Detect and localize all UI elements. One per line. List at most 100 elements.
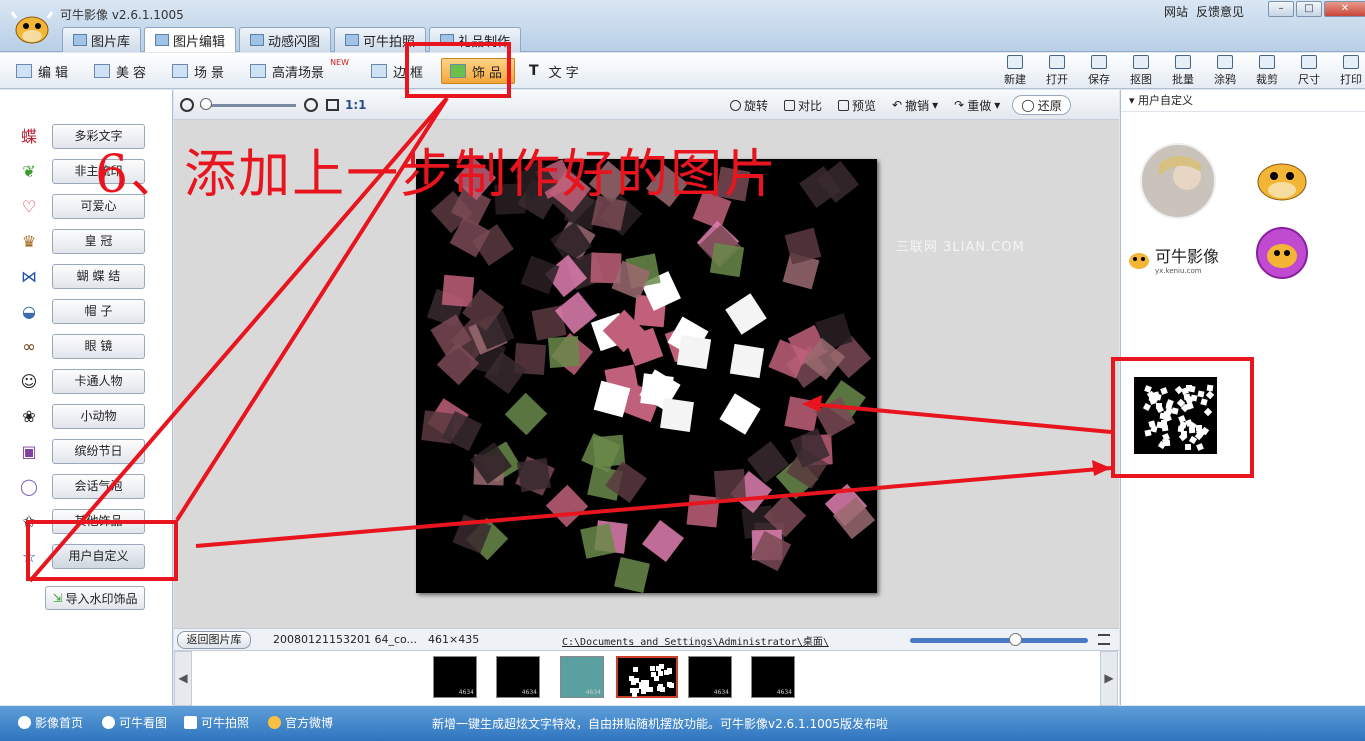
zoom-out-icon[interactable] <box>180 98 194 112</box>
subtab-scene[interactable]: 场景 <box>164 58 236 84</box>
collapse-arrow-icon[interactable]: ▾ <box>1129 94 1138 107</box>
site-watermark: 三联网 3LIAN.COM <box>896 240 1025 255</box>
tab-library[interactable]: 图片库 <box>62 27 142 52</box>
weibo-link[interactable]: 官方微博 <box>268 714 333 731</box>
website-link[interactable]: 网站 <box>1164 3 1188 20</box>
user-decoration-purple-cow[interactable] <box>1255 226 1309 280</box>
zoom-slider[interactable] <box>200 104 296 107</box>
undo-button[interactable]: ↶ 撤销 ▾ <box>888 95 942 115</box>
butterfly-text-icon: 蝶 <box>20 127 37 146</box>
maximize-button[interactable]: □ <box>1296 1 1322 17</box>
tab-animation[interactable]: 动感闪图 <box>239 27 332 52</box>
compare-icon <box>784 99 796 111</box>
file-path-link[interactable]: C:\Documents and Settings\Administrator\… <box>562 633 829 648</box>
image-size: 461×435 <box>428 633 480 646</box>
thumbnail[interactable]: 4634 <box>433 656 477 698</box>
animal-button[interactable]: 小动物 <box>52 404 145 429</box>
collage-tile <box>714 469 747 502</box>
news-ticker[interactable]: 新增一键生成超炫文字特效，自由拼贴随机摆放功能。可牛影像v2.6.1.1005版… <box>432 715 888 732</box>
annotation-box-decoration-tab <box>405 42 511 98</box>
minimize-button[interactable]: – <box>1268 1 1294 17</box>
import-icon: ⇲ <box>52 591 63 605</box>
zoom-slider-handle[interactable] <box>200 98 212 110</box>
open-button[interactable]: 打开 <box>1038 55 1076 87</box>
resize-icon <box>1301 55 1317 69</box>
cartoon-button[interactable]: 卡通人物 <box>52 369 145 394</box>
camera-link[interactable]: 可牛拍照 <box>184 714 249 731</box>
list-menu-icon[interactable] <box>1098 634 1110 645</box>
close-button[interactable]: ✕ <box>1324 1 1365 17</box>
crop-button[interactable]: 裁剪 <box>1248 55 1286 87</box>
collage-tile <box>614 557 651 593</box>
category-cartoon: ☺ 卡通人物 <box>16 369 166 395</box>
undo-dropdown-icon[interactable]: ▾ <box>932 98 938 112</box>
thumbnail-size-handle[interactable] <box>1009 633 1022 646</box>
user-decoration-cow-logo[interactable] <box>1251 148 1313 210</box>
thumb-collage-tile <box>658 671 664 677</box>
thumbnail[interactable]: 4634 <box>688 656 732 698</box>
thumbnail[interactable]: 4634 <box>560 656 604 698</box>
collage-tile <box>677 334 712 369</box>
thumb-collage-tile <box>658 683 664 689</box>
viewer-link[interactable]: 可牛看图 <box>102 714 167 731</box>
annotation-box-user-image <box>1111 357 1254 478</box>
actual-size-button[interactable]: 1:1 <box>345 98 367 112</box>
zoom-in-icon[interactable] <box>304 98 318 112</box>
crop-icon <box>1259 55 1275 69</box>
restore-button[interactable]: ◯ 还原 <box>1012 95 1071 115</box>
home-cow-icon <box>18 716 31 729</box>
batch-button[interactable]: 批量 <box>1164 55 1202 87</box>
thumbnail-size-slider[interactable] <box>910 638 1088 643</box>
festival-button[interactable]: 缤纷节日 <box>52 439 145 464</box>
subtab-text[interactable]: T 文字 <box>521 58 591 84</box>
file-tool-buttons: 新建 打开 保存 抠图 批量 涂鸦 裁剪 尺寸 打印 <box>996 55 1365 87</box>
collage-tile <box>784 396 820 432</box>
tab-image-edit[interactable]: 图片编辑 <box>144 27 237 52</box>
print-button[interactable]: 打印 <box>1332 55 1365 87</box>
glasses-button[interactable]: 眼 镜 <box>52 334 145 359</box>
strip-left-arrow-icon[interactable]: ◀ <box>174 651 192 706</box>
subtab-beauty[interactable]: 美容 <box>86 58 158 84</box>
thumb-collage-tile <box>668 683 674 689</box>
home-link[interactable]: 影像首页 <box>18 714 83 731</box>
resize-button[interactable]: 尺寸 <box>1290 55 1328 87</box>
strip-right-arrow-icon[interactable]: ▶ <box>1100 651 1118 706</box>
thumbnail[interactable]: 4634 <box>496 656 540 698</box>
fit-window-icon[interactable] <box>326 99 339 111</box>
rotate-button[interactable]: 旋转 <box>726 95 772 115</box>
compare-button[interactable]: 对比 <box>780 95 826 115</box>
window-controls: – □ ✕ <box>1268 1 1365 17</box>
printer-icon <box>1343 55 1359 69</box>
save-button[interactable]: 保存 <box>1080 55 1118 87</box>
back-to-library-button[interactable]: 返回图片库 <box>177 631 251 649</box>
redo-button[interactable]: ↷ 重做 ▾ <box>950 95 1004 115</box>
speech-bubble-button[interactable]: 会话气泡 <box>52 474 145 499</box>
subtab-edit[interactable]: 编辑 <box>8 58 80 84</box>
import-watermark-button[interactable]: ⇲ 导入水印饰品 <box>45 586 145 610</box>
feedback-link[interactable]: 反馈意见 <box>1196 3 1244 20</box>
doodle-button[interactable]: 涂鸦 <box>1206 55 1244 87</box>
new-button[interactable]: 新建 <box>996 55 1034 87</box>
thumb-collage-tile <box>651 671 657 677</box>
crown-icon: ♛ <box>21 232 37 251</box>
bottom-status-bar: 影像首页 可牛看图 可牛拍照 官方微博 新增一键生成超炫文字特效，自由拼贴随机摆… <box>0 706 1365 741</box>
thumbnail-selected[interactable] <box>616 656 678 698</box>
collage-tile <box>719 393 761 435</box>
subtab-hd-scene[interactable]: 高清场景 NEW <box>242 58 357 84</box>
collage-tile <box>505 392 548 435</box>
cutout-button[interactable]: 抠图 <box>1122 55 1160 87</box>
hd-scene-icon <box>250 64 267 78</box>
bow-button[interactable]: 蝴 蝶 结 <box>52 264 145 289</box>
edit-image-icon <box>155 34 170 46</box>
crown-button[interactable]: 皇 冠 <box>52 229 145 254</box>
thumbnail[interactable]: 4634 <box>751 656 795 698</box>
user-decoration-brand[interactable]: 可牛影像 yx.keniu.com <box>1127 242 1237 276</box>
redo-dropdown-icon[interactable]: ▾ <box>994 98 1000 112</box>
image-canvas[interactable] <box>416 159 877 593</box>
preview-button[interactable]: 预览 <box>834 95 880 115</box>
category-speech: ◯ 会话气泡 <box>16 474 166 500</box>
eye-icon <box>102 716 115 729</box>
collage-tile <box>686 494 720 528</box>
user-decoration-photo[interactable] <box>1139 142 1217 220</box>
hat-button[interactable]: 帽 子 <box>52 299 145 324</box>
